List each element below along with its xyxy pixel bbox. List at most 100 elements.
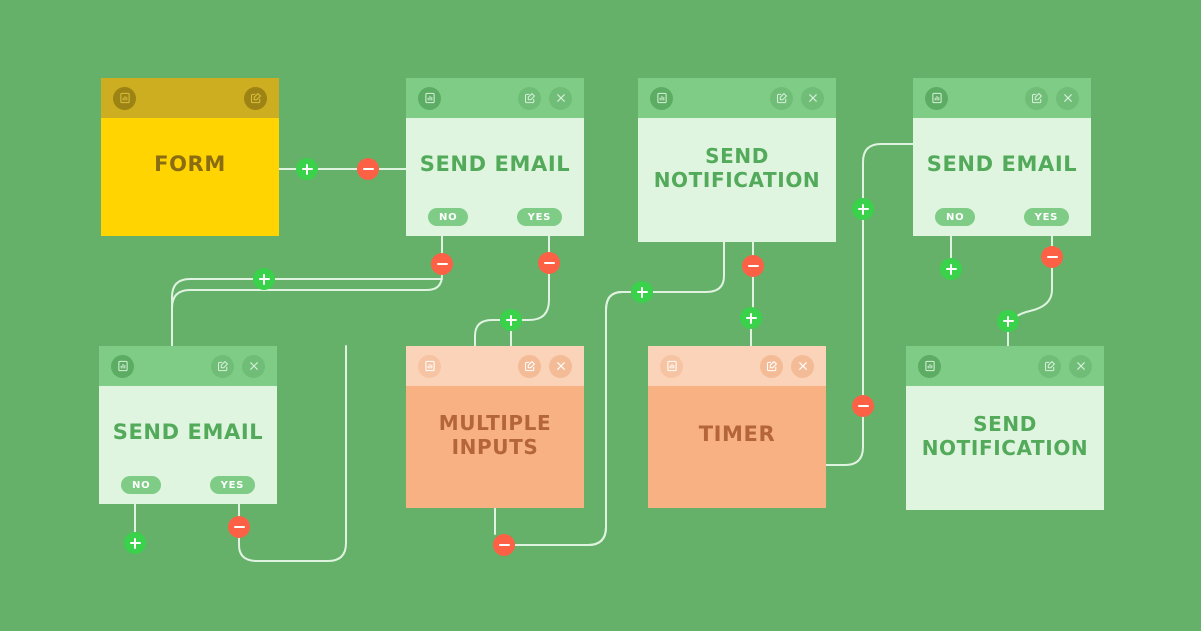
node-header bbox=[906, 346, 1104, 386]
edit-icon[interactable] bbox=[244, 86, 267, 110]
node-body: SEND EMAIL NO YES bbox=[99, 386, 277, 504]
close-icon[interactable] bbox=[791, 354, 814, 378]
close-icon[interactable] bbox=[801, 86, 824, 110]
node-header bbox=[638, 78, 836, 118]
report-icon[interactable] bbox=[918, 354, 941, 378]
dot-email-no-out[interactable] bbox=[431, 253, 453, 275]
wire-email-no-left bbox=[171, 274, 443, 347]
node-send-email-top-right[interactable]: SEND EMAIL NO YES bbox=[913, 78, 1091, 236]
node-header-left bbox=[925, 86, 948, 110]
workflow-canvas[interactable]: FORM SEND EMAIL NO YES SEND NOTIFICATION SEND… bbox=[0, 0, 1201, 631]
node-timer[interactable]: TIMER bbox=[648, 346, 826, 508]
node-body: FORM bbox=[101, 118, 279, 236]
output-pill-no[interactable]: NO bbox=[935, 208, 976, 226]
output-pill-yes[interactable]: YES bbox=[516, 208, 562, 226]
node-header bbox=[648, 346, 826, 386]
minus-icon bbox=[436, 262, 448, 266]
edit-icon[interactable] bbox=[518, 354, 541, 378]
close-icon[interactable] bbox=[1056, 86, 1079, 110]
dot-multiple-inputs-out[interactable] bbox=[493, 534, 515, 556]
wire-email-yes-to-inputs bbox=[521, 273, 550, 321]
report-icon[interactable] bbox=[418, 86, 441, 110]
node-title: SEND EMAIL bbox=[112, 420, 264, 445]
plus-icon-vertical bbox=[262, 273, 266, 285]
node-header-right bbox=[518, 354, 572, 378]
node-header-right bbox=[1025, 86, 1079, 110]
minus-icon bbox=[498, 543, 510, 547]
output-pill-yes[interactable]: YES bbox=[1023, 208, 1069, 226]
node-send-notification-bottom-right[interactable]: SEND NOTIFICATION bbox=[906, 346, 1104, 510]
close-icon[interactable] bbox=[1069, 354, 1092, 378]
minus-icon bbox=[362, 167, 374, 171]
minus-icon bbox=[233, 525, 245, 529]
dot-timer-in[interactable] bbox=[740, 307, 762, 329]
edit-icon[interactable] bbox=[770, 86, 793, 110]
dot-right-rail-bottom[interactable] bbox=[852, 395, 874, 417]
dot-notification-out[interactable] bbox=[742, 255, 764, 277]
dot-right-rail-top[interactable] bbox=[852, 198, 874, 220]
node-form[interactable]: FORM bbox=[101, 78, 279, 236]
node-title: SEND EMAIL bbox=[419, 152, 571, 177]
node-body: SEND EMAIL NO YES bbox=[913, 118, 1091, 236]
minus-icon bbox=[747, 264, 759, 268]
close-icon[interactable] bbox=[549, 354, 572, 378]
dot-branch-left[interactable] bbox=[253, 268, 275, 290]
dot-email-right-yes-out[interactable] bbox=[1041, 246, 1063, 268]
edit-icon[interactable] bbox=[760, 354, 783, 378]
close-icon[interactable] bbox=[242, 354, 265, 378]
plus-icon-vertical bbox=[640, 286, 644, 298]
dot-branch-mid[interactable] bbox=[631, 281, 653, 303]
report-icon[interactable] bbox=[418, 354, 441, 378]
node-body: SEND NOTIFICATION bbox=[906, 386, 1104, 510]
minus-icon bbox=[857, 404, 869, 408]
report-icon[interactable] bbox=[111, 354, 134, 378]
node-send-email-bottom-left[interactable]: SEND EMAIL NO YES bbox=[99, 346, 277, 504]
node-header-left bbox=[418, 354, 441, 378]
node-send-email-top-middle[interactable]: SEND EMAIL NO YES bbox=[406, 78, 584, 236]
edit-icon[interactable] bbox=[1025, 86, 1048, 110]
plus-icon-vertical bbox=[749, 312, 753, 324]
node-body: SEND NOTIFICATION bbox=[638, 118, 836, 242]
edit-icon[interactable] bbox=[1038, 354, 1061, 378]
node-title: SEND NOTIFICATION bbox=[921, 411, 1089, 460]
output-pill-yes[interactable]: YES bbox=[209, 476, 255, 494]
dot-email-bl-yes-out[interactable] bbox=[228, 516, 250, 538]
output-pill-no[interactable]: NO bbox=[121, 476, 162, 494]
dot-email-yes-out[interactable] bbox=[538, 252, 560, 274]
wire-branch-left-in bbox=[171, 278, 254, 347]
dot-multiple-inputs-in[interactable] bbox=[500, 309, 522, 331]
wire-right-rail bbox=[862, 143, 914, 199]
node-body: SEND EMAIL NO YES bbox=[406, 118, 584, 236]
wire-right-rail-bot bbox=[825, 416, 864, 466]
report-icon[interactable] bbox=[925, 86, 948, 110]
dot-form-out[interactable] bbox=[296, 158, 318, 180]
dot-email-bl-no-out[interactable] bbox=[124, 532, 146, 554]
node-header bbox=[101, 78, 279, 118]
report-icon[interactable] bbox=[113, 86, 136, 110]
edit-icon[interactable] bbox=[211, 354, 234, 378]
node-title: TIMER bbox=[698, 422, 776, 447]
node-header bbox=[99, 346, 277, 386]
node-title: SEND EMAIL bbox=[926, 152, 1078, 177]
dot-notification-br-in[interactable] bbox=[997, 310, 1019, 332]
node-header-left bbox=[111, 354, 134, 378]
dot-email-right-no-out[interactable] bbox=[940, 258, 962, 280]
close-icon[interactable] bbox=[549, 86, 572, 110]
plus-icon-vertical bbox=[509, 314, 513, 326]
node-multiple-inputs[interactable]: MULTIPLE INPUTS bbox=[406, 346, 584, 508]
wire-inputs-left-in bbox=[474, 319, 501, 347]
node-send-notification-top[interactable]: SEND NOTIFICATION bbox=[638, 78, 836, 242]
node-header-right bbox=[1038, 354, 1092, 378]
node-header-right bbox=[211, 354, 265, 378]
plus-icon-vertical bbox=[133, 537, 137, 549]
plus-icon-vertical bbox=[949, 263, 953, 275]
edit-icon[interactable] bbox=[518, 86, 541, 110]
output-pill-no[interactable]: NO bbox=[428, 208, 469, 226]
report-icon[interactable] bbox=[650, 86, 673, 110]
wire-notif-left-curve bbox=[652, 241, 725, 293]
report-icon[interactable] bbox=[660, 354, 683, 378]
node-body: MULTIPLE INPUTS bbox=[406, 386, 584, 508]
dot-email-top-in[interactable] bbox=[357, 158, 379, 180]
node-header-left bbox=[418, 86, 441, 110]
node-header-left bbox=[660, 354, 683, 378]
